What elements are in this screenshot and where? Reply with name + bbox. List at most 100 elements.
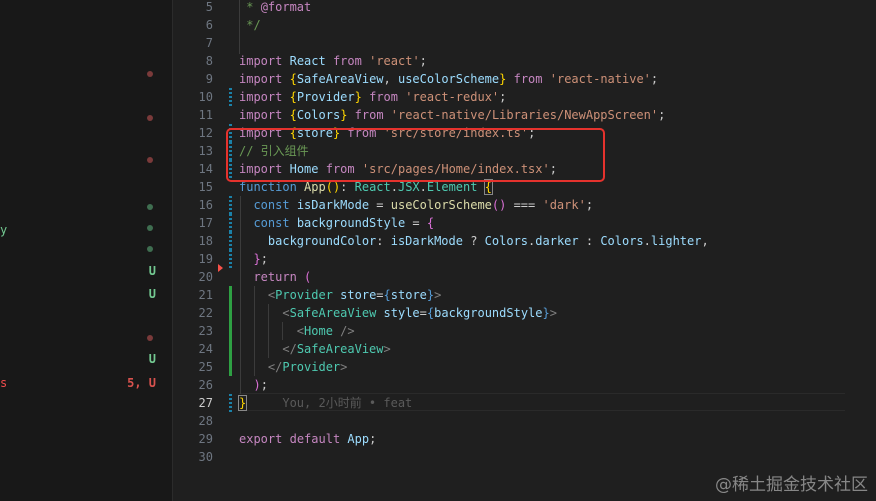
punctuation: ; [260,252,268,266]
modified-dot-icon [147,335,153,341]
highlight-annotation-box [226,128,605,182]
punctuation: : [376,234,391,248]
git-blame-annotation[interactable]: You, 2小时前 • feat [282,396,412,410]
keyword: function [239,180,297,194]
identifier: SafeAreaView [296,72,384,86]
code-line-21: <Provider store={store}> [239,286,441,304]
identifier: backgroundStyle [434,306,543,320]
brace: { [383,288,391,302]
tag-bracket: /> [332,324,355,338]
punctuation: , [701,234,709,248]
string-literal: 'react' [369,54,420,68]
gutter-modified-marker[interactable] [229,394,232,412]
punctuation: ; [419,54,427,68]
brace: { [483,179,493,195]
code-line-23: <Home /> [239,322,355,340]
gutter-deleted-marker[interactable] [218,264,223,272]
line-number: 7 [205,36,213,50]
tag-bracket: > [383,342,391,356]
git-status-problems: 5, U [127,376,156,390]
jsx-tag: Home [304,324,333,338]
property: lighter [650,234,702,248]
code-line-11: import {Colors} from 'react-native/Libra… [239,106,665,124]
jsx-attribute: store [340,288,377,302]
gutter-modified-marker[interactable] [229,214,232,232]
identifier: React [289,54,326,68]
gutter-modified-marker[interactable] [229,232,232,250]
keyword: import [239,72,283,86]
keyword: default [289,432,341,446]
line-number: 26 [198,378,213,392]
code-line-25: </Provider> [239,358,347,376]
keyword: import [239,108,283,122]
line-number: 23 [198,324,213,338]
brace: } [354,90,362,104]
code-line-10: import {Provider} from 'react-redux'; [239,88,506,106]
operator: === [506,198,543,212]
untracked-dot-icon [147,204,153,210]
modified-dot-icon [147,157,153,163]
gutter-modified-marker[interactable] [229,196,232,214]
punctuation: ; [658,108,666,122]
code-line-9: import {SafeAreaView, useColorScheme} fr… [239,70,658,88]
keyword: const [253,198,290,212]
line-number-active: 27 [198,396,213,410]
tag-bracket: </ [282,342,297,356]
brace: { [289,108,297,122]
brace: { [289,72,297,86]
punctuation: , [383,72,398,86]
tag-bracket: > [340,360,348,374]
tag-bracket: < [296,324,305,338]
line-number: 30 [198,450,213,464]
parens: ( [304,270,312,284]
line-number: 18 [198,234,213,248]
keyword: import [239,54,283,68]
punctuation: . [419,180,427,194]
line-number: 25 [198,360,213,374]
git-status-untracked: U [148,287,156,301]
line-number: 13 [198,144,213,158]
punctuation: ; [369,432,377,446]
code-line-29: export default App; [239,430,376,448]
brace: } [499,72,507,86]
file-name-fragment[interactable]: s [0,374,7,392]
identifier: Colors [296,108,341,122]
line-number: 21 [198,288,213,302]
punctuation: . [390,180,398,194]
jsx-tag: SafeAreaView [296,342,384,356]
keyword: from [369,90,398,104]
gutter-modified-marker[interactable] [229,88,232,106]
gutter-modified-marker[interactable] [229,250,232,268]
tag-bracket: > [549,306,557,320]
keyword: const [253,216,290,230]
gutter-added-marker[interactable] [229,286,232,376]
identifier: backgroundStyle [296,216,406,230]
jsx-attribute: style [383,306,420,320]
code-line-18: backgroundColor: isDarkMode ? Colors. dar… [239,232,709,250]
punctuation: : [340,180,355,194]
code-editor[interactable]: * @format */ import React from 'react'; … [237,0,876,501]
identifier: isDarkMode [296,198,370,212]
operator: : [578,234,601,248]
keyword: export [239,432,283,446]
identifier: store [390,288,427,302]
file-name-fragment[interactable]: y [0,221,7,239]
tag-bracket: </ [267,360,283,374]
modified-dot-icon [147,71,153,77]
code-line-26: ); [239,376,267,394]
brace: } [237,395,248,411]
identifier: useColorScheme [397,72,500,86]
jsx-tag: Provider [282,360,341,374]
modified-dot-icon [147,115,153,121]
identifier: App [347,432,370,446]
code-line-27: } You, 2小时前 • feat [237,394,412,412]
property: darker [535,234,579,248]
brace: { [426,216,435,230]
operator: = [369,198,391,212]
jsx-tag: SafeAreaView [289,306,377,320]
operator: = [419,306,427,320]
tag-bracket: < [282,306,290,320]
parens: () [325,180,341,194]
punctuation: . [643,234,651,248]
punctuation: ; [650,72,659,86]
